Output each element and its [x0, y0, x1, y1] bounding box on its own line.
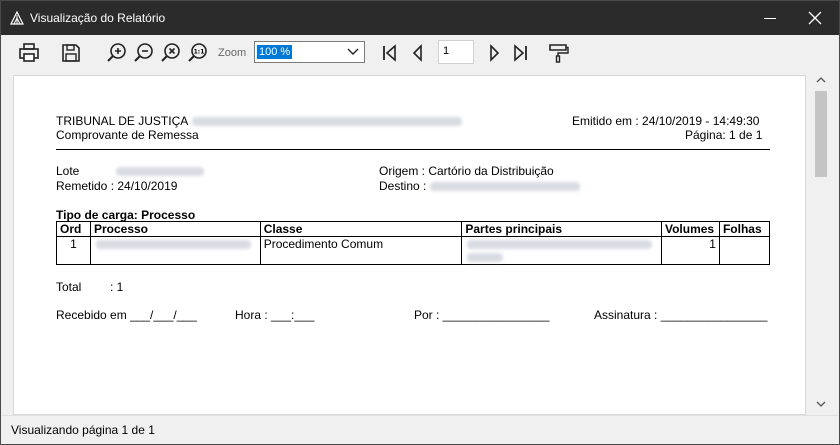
previous-page-icon[interactable]: [406, 41, 430, 65]
assinatura-field: Assinatura : ________________: [594, 308, 768, 322]
close-icon: [808, 11, 822, 25]
redacted-court-detail: [192, 117, 462, 126]
redacted-partes-line2: [467, 253, 504, 262]
zoom-select[interactable]: 100 %: [254, 41, 365, 63]
scroll-down-icon[interactable]: [815, 398, 827, 410]
col-processo: Processo: [89, 221, 261, 237]
first-page-icon[interactable]: [378, 41, 402, 65]
last-page-icon[interactable]: [508, 41, 532, 65]
destino-label: Destino :: [379, 179, 427, 193]
zoom-value: 100 %: [257, 45, 293, 59]
redacted-lote: [116, 167, 204, 176]
origem: Origem : Cartório da Distribuição: [379, 164, 554, 178]
redacted-partes-line1: [467, 240, 653, 249]
hora-field: Hora : ___:___: [235, 308, 315, 322]
issued-date: Emitido em : 24/10/2019 - 14:49:30: [572, 114, 760, 128]
zoom-reset-icon[interactable]: [159, 41, 183, 65]
next-page-icon[interactable]: [482, 41, 506, 65]
status-bar: Visualizando página 1 de 1: [1, 415, 839, 444]
svg-text:1:1: 1:1: [194, 49, 205, 56]
printer-icon[interactable]: [17, 41, 41, 65]
col-classe: Classe: [259, 221, 463, 237]
app-logo-icon: [10, 11, 24, 25]
col-partes: Partes principais: [461, 221, 662, 237]
zoom-out-icon[interactable]: [132, 41, 156, 65]
vertical-scrollbar[interactable]: [811, 71, 831, 415]
report-viewer-window: Visualização do Relatório 1:1 Zoom 100 %…: [0, 0, 840, 445]
save-icon[interactable]: [59, 41, 83, 65]
zoom-in-icon[interactable]: [105, 41, 129, 65]
cell-folhas: [718, 236, 771, 265]
chevron-down-icon: [347, 48, 359, 55]
toolbar: 1:1 Zoom 100 % 1: [1, 35, 839, 71]
table-header-row: Ord Processo Classe Partes principais Vo…: [56, 221, 771, 237]
cell-partes: [461, 236, 662, 265]
status-text: Visualizando página 1 de 1: [11, 423, 155, 437]
scrollbar-thumb[interactable]: [815, 91, 827, 177]
header-divider: [56, 149, 770, 150]
cell-classe: Procedimento Comum: [259, 236, 463, 265]
col-volumes: Volumes: [660, 221, 720, 237]
paint-roller-icon[interactable]: [547, 41, 571, 65]
remessa-table: Ord Processo Classe Partes principais Vo…: [56, 221, 771, 265]
cell-ord: 1: [56, 236, 91, 265]
close-button[interactable]: [793, 1, 837, 35]
zoom-actual-size-icon[interactable]: 1:1: [186, 41, 210, 65]
por-field: Por : ________________: [414, 308, 550, 322]
report-title: Comprovante de Remessa: [56, 128, 199, 142]
total-label: Total: [56, 280, 82, 294]
cell-processo: [89, 236, 261, 265]
table-row: 1 Procedimento Comum 1: [56, 236, 771, 265]
col-folhas: Folhas: [718, 221, 771, 237]
tipo-carga: Tipo de carga: Processo: [56, 208, 196, 222]
recebido-field: Recebido em ___/___/___: [56, 308, 197, 322]
total-value: : 1: [110, 280, 124, 294]
window-title: Visualização do Relatório: [30, 11, 166, 25]
col-ord: Ord: [56, 221, 91, 237]
page-number-input[interactable]: 1: [438, 40, 474, 64]
lote-label: Lote: [56, 164, 80, 178]
scroll-up-icon[interactable]: [815, 74, 827, 86]
redacted-processo: [95, 240, 251, 249]
cell-volumes: 1: [660, 236, 720, 265]
zoom-label: Zoom: [218, 47, 247, 59]
page-info: Página: 1 de 1: [685, 128, 763, 142]
title-bar: Visualização do Relatório: [1, 1, 839, 35]
court-name: TRIBUNAL DE JUSTIÇA: [56, 114, 189, 128]
remetido-date: Remetido : 24/10/2019: [56, 179, 178, 193]
report-viewport[interactable]: TRIBUNAL DE JUSTIÇA Comprovante de Remes…: [1, 71, 839, 415]
redacted-destino: [430, 182, 580, 191]
report-page: TRIBUNAL DE JUSTIÇA Comprovante de Remes…: [13, 75, 806, 415]
minimize-button[interactable]: [749, 1, 793, 35]
